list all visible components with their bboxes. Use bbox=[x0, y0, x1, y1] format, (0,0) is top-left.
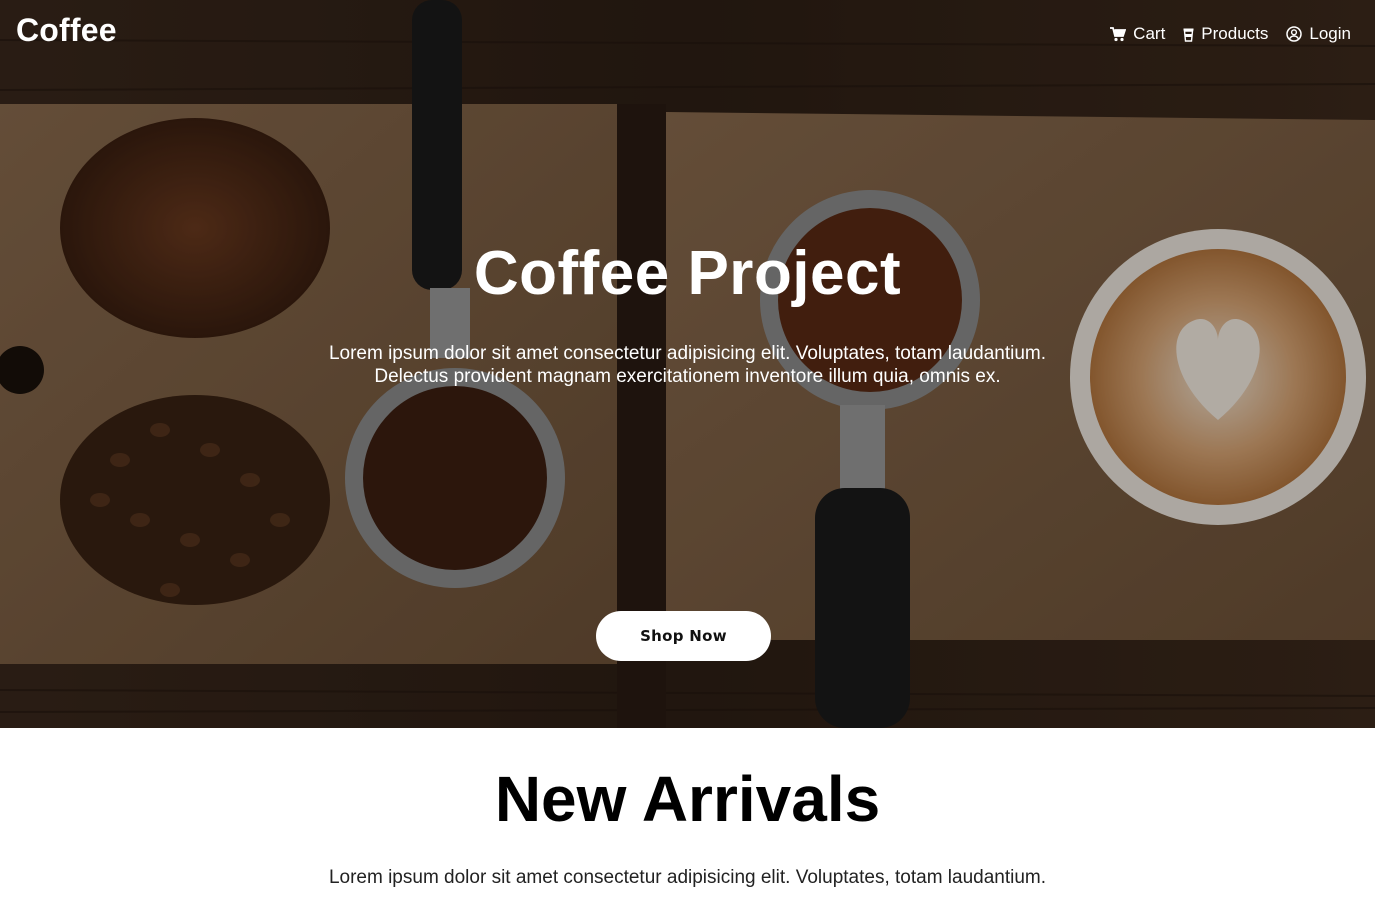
hero-description-line1: Lorem ipsum dolor sit amet consectetur a… bbox=[328, 343, 1047, 364]
nav-links: Cart Products Login bbox=[1110, 24, 1351, 44]
hero-title: Coffee Project bbox=[473, 239, 902, 308]
nav-cart-link[interactable]: Cart bbox=[1110, 24, 1165, 44]
hero-description-line2: Delectus provident magnam exercitationem… bbox=[374, 366, 1001, 387]
brand-logo[interactable]: Coffee bbox=[16, 12, 117, 49]
cart-icon bbox=[1110, 26, 1127, 42]
new-arrivals-description: Lorem ipsum dolor sit amet consectetur a… bbox=[328, 867, 1047, 888]
navbar: Coffee Cart Products Login bbox=[0, 0, 1375, 66]
nav-cart-label: Cart bbox=[1133, 24, 1166, 43]
nav-login-label: Login bbox=[1309, 24, 1351, 43]
nav-products-label: Products bbox=[1201, 24, 1269, 43]
nav-products-link[interactable]: Products bbox=[1183, 24, 1268, 44]
new-arrivals-title: New Arrivals bbox=[494, 763, 881, 835]
new-arrivals-section: New Arrivals Lorem ipsum dolor sit amet … bbox=[0, 728, 1375, 904]
coffee-cup-icon bbox=[1183, 27, 1194, 42]
shop-now-button[interactable]: Shop Now bbox=[596, 611, 771, 661]
user-circle-icon bbox=[1286, 26, 1303, 42]
hero-description: Lorem ipsum dolor sit amet consectetur a… bbox=[0, 342, 1375, 388]
nav-login-link[interactable]: Login bbox=[1286, 24, 1351, 44]
hero-section: Coffee Cart Products Login Coffee Projec… bbox=[0, 0, 1375, 728]
